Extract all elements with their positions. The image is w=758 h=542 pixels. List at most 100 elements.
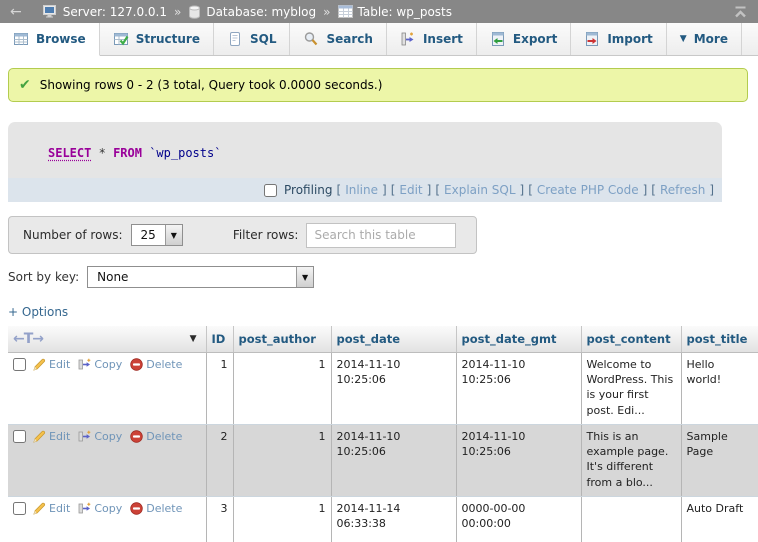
cell-post-content[interactable]: This is an example page. It's different … (581, 424, 681, 496)
search-icon (303, 31, 319, 47)
profiling-checkbox[interactable] (264, 184, 277, 197)
tab-browse[interactable]: Browse (0, 23, 100, 56)
edit-link[interactable]: Edit (33, 357, 70, 372)
tab-sql[interactable]: SQL (214, 23, 291, 55)
column-header-post-content[interactable]: post_content (581, 326, 681, 352)
copy-row-icon (78, 502, 91, 515)
collapse-panel-icon[interactable] (733, 5, 748, 19)
column-header-post-date[interactable]: post_date (331, 326, 456, 352)
tab-label: Search (326, 32, 372, 46)
cell-post-date-gmt[interactable]: 0000-00-00 00:00:00 (456, 496, 581, 542)
cell-id[interactable]: 3 (206, 496, 233, 542)
number-of-rows-select[interactable]: 25 ▼ (131, 224, 183, 246)
cell-post-content[interactable] (581, 496, 681, 542)
column-nav-icon[interactable]: ←T→ (13, 331, 43, 347)
column-header-post-date-gmt[interactable]: post_date_gmt (456, 326, 581, 352)
database-icon (188, 5, 201, 19)
copy-label: Copy (94, 429, 122, 444)
cell-post-title[interactable]: Hello world! (681, 352, 758, 424)
delete-icon (130, 502, 143, 515)
sort-by-key-select[interactable]: None ▼ (87, 266, 314, 288)
row-checkbox[interactable] (13, 358, 26, 371)
breadcrumb-table[interactable]: Table: wp_posts (358, 5, 453, 19)
select-arrow-icon: ▼ (296, 267, 313, 287)
copy-link[interactable]: Copy (78, 501, 122, 516)
copy-row-icon (78, 358, 91, 371)
cell-post-date-gmt[interactable]: 2014-11-10 10:25:06 (456, 352, 581, 424)
edit-label: Edit (49, 429, 70, 444)
tab-label: Import (607, 32, 652, 46)
tab-search[interactable]: Search (290, 23, 386, 55)
cell-post-date[interactable]: 2014-11-10 10:25:06 (331, 424, 456, 496)
tab-export[interactable]: Export (477, 23, 571, 55)
query-toolbar: Profiling [ Inline ] [ Edit ] [ Explain … (8, 178, 722, 202)
explain-sql-link[interactable]: Explain SQL (444, 183, 516, 197)
back-arrow-icon[interactable]: ← (10, 5, 22, 19)
breadcrumb-server[interactable]: Server: 127.0.0.1 (63, 5, 167, 19)
row-checkbox[interactable] (13, 502, 26, 515)
success-check-icon: ✔ (19, 78, 31, 92)
column-header-post-title[interactable]: post_title (681, 326, 758, 352)
options-toggle[interactable]: + Options (8, 305, 68, 319)
number-of-rows-value: 25 (132, 225, 165, 245)
cell-post-date[interactable]: 2014-11-10 10:25:06 (331, 352, 456, 424)
column-header-id[interactable]: ID (206, 326, 233, 352)
tab-structure[interactable]: Structure (100, 23, 214, 55)
breadcrumb-database[interactable]: Database: myblog (206, 5, 316, 19)
actions-header: ←T→ ▼ (8, 326, 206, 352)
cell-post-content[interactable]: Welcome to WordPress. This is your first… (581, 352, 681, 424)
cell-post-date-gmt[interactable]: 2014-11-10 10:25:06 (456, 424, 581, 496)
delete-link[interactable]: Delete (130, 501, 182, 516)
server-icon (43, 5, 58, 18)
breadcrumb-separator: » (323, 5, 330, 19)
bracket: ] (382, 183, 387, 197)
select-arrow-icon: ▼ (165, 225, 182, 245)
cell-post-author[interactable]: 1 (233, 496, 331, 542)
tab-more[interactable]: ▼ More (667, 23, 742, 55)
filter-input[interactable] (306, 223, 456, 248)
cell-post-title[interactable]: Auto Draft (681, 496, 758, 542)
sort-by-key-value: None (88, 267, 296, 287)
edit-label: Edit (49, 501, 70, 516)
copy-row-icon (78, 430, 91, 443)
bracket: [ (528, 183, 533, 197)
tab-insert[interactable]: Insert (387, 23, 477, 55)
tab-bar: Browse Structure SQL Search Insert Expor… (0, 23, 758, 56)
edit-link[interactable]: Edit (33, 501, 70, 516)
cell-id[interactable]: 1 (206, 352, 233, 424)
cell-post-date[interactable]: 2014-11-14 06:33:38 (331, 496, 456, 542)
sql-query-text[interactable]: SELECT * FROM `wp_posts` (8, 122, 722, 178)
cell-post-title[interactable]: Sample Page (681, 424, 758, 496)
with-selected-arrow-icon[interactable]: ▼ (190, 334, 201, 344)
cell-post-author[interactable]: 1 (233, 352, 331, 424)
row-actions-cell: Edit Copy Delete (8, 496, 206, 542)
tab-label: Browse (36, 32, 86, 46)
copy-label: Copy (94, 501, 122, 516)
tab-label: SQL (250, 32, 277, 46)
delete-link[interactable]: Delete (130, 429, 182, 444)
tab-import[interactable]: Import (571, 23, 666, 55)
sort-control-row: Sort by key: None ▼ (8, 266, 758, 288)
table-icon (338, 5, 353, 18)
create-php-code-link[interactable]: Create PHP Code (537, 183, 639, 197)
copy-link[interactable]: Copy (78, 429, 122, 444)
table-row: Edit Copy Delete 2 1 2014-11-10 10:25:06… (8, 424, 758, 496)
chevron-down-icon: ▼ (680, 34, 687, 44)
edit-query-link[interactable]: Edit (399, 183, 422, 197)
delete-link[interactable]: Delete (130, 357, 182, 372)
inline-link[interactable]: Inline (345, 183, 378, 197)
cell-id[interactable]: 2 (206, 424, 233, 496)
insert-row-icon (400, 31, 416, 47)
refresh-link[interactable]: Refresh (660, 183, 705, 197)
cell-post-author[interactable]: 1 (233, 424, 331, 496)
copy-link[interactable]: Copy (78, 357, 122, 372)
sql-keyword-select: SELECT (48, 146, 91, 160)
edit-link[interactable]: Edit (33, 429, 70, 444)
bracket: ] (643, 183, 648, 197)
row-checkbox[interactable] (13, 430, 26, 443)
column-header-post-author[interactable]: post_author (233, 326, 331, 352)
pencil-icon (33, 430, 46, 443)
pencil-icon (33, 502, 46, 515)
delete-label: Delete (146, 357, 182, 372)
table-header-row: ←T→ ▼ ID post_author post_date post_date… (8, 326, 758, 352)
